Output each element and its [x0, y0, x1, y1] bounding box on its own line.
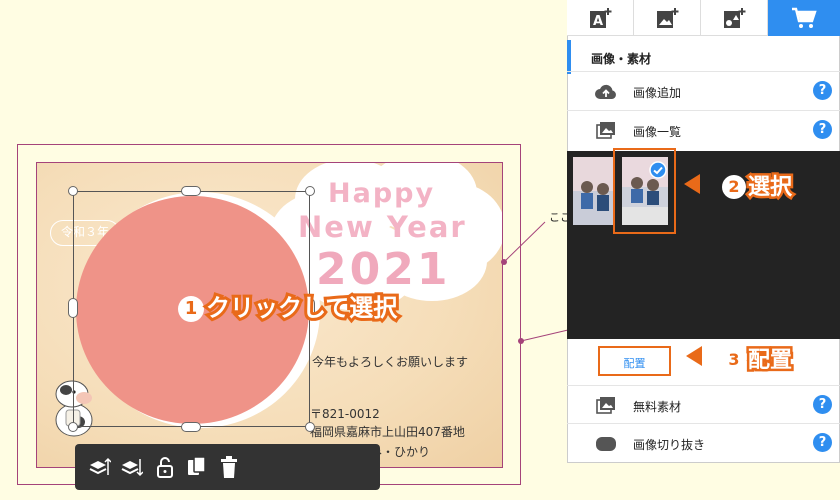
crop-image-label: 画像切り抜き: [633, 438, 706, 452]
panel-tabs: A: [567, 0, 840, 36]
help-icon[interactable]: ?: [813, 395, 832, 414]
tab-add-shape[interactable]: [701, 0, 768, 36]
row-crop-image[interactable]: 画像切り抜き ?: [567, 423, 840, 461]
step2-number: 2: [722, 175, 746, 199]
help-icon[interactable]: ?: [813, 433, 832, 452]
unlock-icon[interactable]: [153, 455, 177, 479]
place-button[interactable]: 配置: [598, 346, 671, 376]
gallery-thumbnail[interactable]: [573, 157, 615, 225]
image-library-icon: [596, 397, 615, 414]
tab-add-text[interactable]: A: [567, 0, 634, 36]
section-title: 画像・素材: [567, 40, 840, 74]
resize-handle-bottom[interactable]: [181, 422, 201, 432]
row-free-material[interactable]: 無料素材 ?: [567, 385, 840, 423]
row-add-image[interactable]: 画像追加 ?: [567, 71, 840, 109]
copy-icon[interactable]: [185, 455, 209, 479]
trash-icon[interactable]: [217, 455, 241, 479]
resize-handle-top-left[interactable]: [68, 186, 78, 196]
step2-arrow-icon: [684, 174, 700, 194]
add-text-icon: A: [590, 8, 612, 29]
free-material-label: 無料素材: [633, 400, 682, 414]
step2-label: 選択: [745, 173, 794, 203]
resize-handle-left[interactable]: [68, 298, 78, 318]
step1-number: 1: [178, 296, 204, 322]
resize-handle-top[interactable]: [181, 186, 201, 196]
row-image-list[interactable]: 画像一覧 ?: [567, 110, 840, 148]
cart-icon: [792, 7, 817, 28]
step1-callout: 1 クリックして選択: [178, 288, 400, 325]
place-button-label: 配置: [623, 357, 646, 370]
image-list-icon: [596, 122, 615, 139]
image-gallery: [567, 151, 840, 339]
help-icon[interactable]: ?: [813, 120, 832, 139]
svg-text:A: A: [593, 14, 603, 29]
image-list-label: 画像一覧: [633, 125, 682, 139]
hint-text: ここオン: [549, 212, 569, 224]
photo-kids-1: [573, 157, 615, 225]
add-image-icon: [657, 8, 679, 28]
tab-cart[interactable]: [768, 0, 840, 36]
card-happy-text: Happy: [328, 178, 436, 209]
crop-shape-icon: [596, 437, 616, 451]
step1-label: クリックして選択: [203, 291, 400, 325]
add-shape-icon: [724, 8, 746, 28]
card-new-year-text: New Year: [298, 210, 467, 244]
cloud-upload-icon: [595, 84, 616, 99]
step3-label: 配置: [745, 346, 794, 376]
help-icon[interactable]: ?: [813, 81, 832, 100]
step2-callout: 2 選択: [722, 169, 795, 203]
resize-handle-top-right[interactable]: [305, 186, 315, 196]
add-image-label: 画像追加: [633, 86, 682, 100]
layer-up-icon[interactable]: [87, 455, 111, 479]
object-toolbar: [75, 444, 380, 490]
greeting-text: 今年もよろしくお願いします: [312, 355, 469, 369]
resize-handle-bottom-right[interactable]: [305, 422, 315, 432]
section-title-label: 画像・素材: [591, 52, 652, 66]
step3-arrow-icon: [686, 346, 702, 366]
resize-handle-bottom-left[interactable]: [68, 422, 78, 432]
step3-number: 3: [722, 348, 746, 372]
step3-callout: 3 配置: [722, 342, 795, 376]
postal-code: 〒821-0012: [310, 407, 380, 421]
layer-down-icon[interactable]: [119, 455, 143, 479]
tab-add-image[interactable]: [634, 0, 701, 36]
selected-image-highlight: [613, 148, 676, 234]
address-text: 福岡県嘉麻市上山田407番地: [310, 425, 465, 439]
